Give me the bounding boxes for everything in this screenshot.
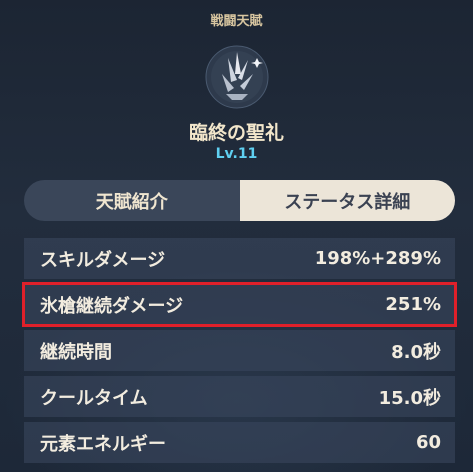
stat-value: 8.0秒 [391,341,441,363]
stat-row-duration: 継続時間 8.0秒 [24,330,455,371]
stats-list: スキルダメージ 198%+289% 氷槍継続ダメージ 251% 継続時間 8.0… [22,238,457,468]
talent-category: 戦闘天賦 [210,14,263,29]
stat-row-ice-lance-dot: 氷槍継続ダメージ 251% [22,282,457,327]
stat-label: 氷槍継続ダメージ [40,295,184,317]
stat-label: 元素エネルギー [40,433,166,455]
stat-row-cooldown: クールタイム 15.0秒 [24,376,455,417]
stat-label: クールタイム [40,387,148,409]
ice-shards-icon [204,44,270,110]
talent-level: Lv.11 [215,146,258,162]
tab-attribute-details[interactable]: ステータス詳細 [239,180,455,221]
stat-label: 継続時間 [40,341,112,363]
tab-bar: 天賦紹介 ステータス詳細 [24,180,455,221]
stat-value: 198%+289% [314,248,441,269]
stat-value: 60 [415,432,441,453]
tab-talent-description[interactable]: 天賦紹介 [24,180,240,221]
stat-row-energy-cost: 元素エネルギー 60 [24,422,455,463]
stat-value: 15.0秒 [378,387,441,409]
talent-name: 臨終の聖礼 [188,122,284,144]
stat-value: 251% [385,294,441,315]
stat-label: スキルダメージ [40,249,166,271]
stat-row-skill-damage: スキルダメージ 198%+289% [24,238,455,279]
